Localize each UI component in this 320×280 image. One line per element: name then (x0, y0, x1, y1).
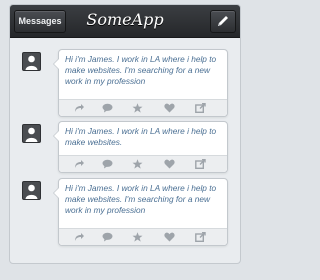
message-bubble: Hi i'm James. I work in LA where i help … (53, 178, 228, 246)
reply-icon[interactable] (73, 159, 84, 169)
message-bubble: Hi i'm James. I work in LA where i help … (53, 121, 228, 173)
action-bar (59, 228, 227, 245)
message-bubble: Hi i'm James. I work in LA where i help … (53, 49, 228, 117)
feed-item: Hi i'm James. I work in LA where i help … (10, 178, 240, 246)
app-window: Messages SomeApp Hi i'm James. I work in… (9, 4, 241, 264)
comment-icon[interactable] (102, 159, 113, 169)
heart-icon[interactable] (164, 103, 175, 113)
top-bar: Messages SomeApp (10, 5, 240, 38)
avatar[interactable] (22, 124, 41, 143)
share-icon[interactable] (195, 232, 206, 242)
messages-button[interactable]: Messages (14, 10, 66, 33)
star-icon[interactable] (132, 103, 143, 113)
star-icon[interactable] (132, 159, 143, 169)
comment-icon[interactable] (102, 232, 113, 242)
user-icon (25, 55, 38, 70)
message-text: Hi i'm James. I work in LA where i help … (65, 54, 217, 86)
avatar[interactable] (22, 52, 41, 71)
message-text: Hi i'm James. I work in LA where i help … (65, 126, 217, 147)
pencil-icon (218, 16, 228, 26)
message-text: Hi i'm James. I work in LA where i help … (65, 183, 217, 215)
user-icon (25, 184, 38, 199)
feed-item: Hi i'm James. I work in LA where i help … (10, 49, 240, 117)
compose-button[interactable] (210, 10, 236, 33)
action-bar (59, 99, 227, 116)
heart-icon[interactable] (164, 232, 175, 242)
heart-icon[interactable] (164, 159, 175, 169)
action-bar (59, 155, 227, 172)
reply-icon[interactable] (73, 232, 84, 242)
share-icon[interactable] (195, 103, 206, 113)
share-icon[interactable] (195, 159, 206, 169)
app-title: SomeApp (86, 10, 164, 29)
user-icon (25, 127, 38, 142)
comment-icon[interactable] (102, 103, 113, 113)
reply-icon[interactable] (73, 103, 84, 113)
avatar[interactable] (22, 181, 41, 200)
star-icon[interactable] (132, 232, 143, 242)
